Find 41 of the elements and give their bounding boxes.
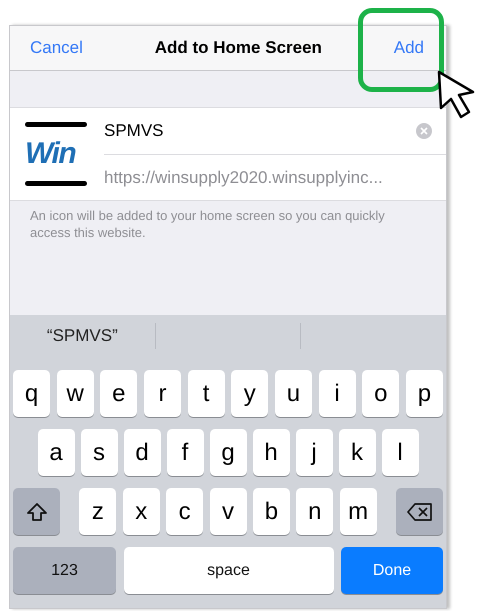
key[interactable]: c xyxy=(166,488,204,535)
key[interactable]: n xyxy=(296,488,334,535)
key[interactable]: i xyxy=(318,370,356,417)
key[interactable]: t xyxy=(188,370,225,417)
key[interactable]: q xyxy=(13,370,50,417)
key[interactable]: v xyxy=(210,488,246,535)
logo-text: Win xyxy=(25,139,76,169)
key[interactable]: h xyxy=(252,429,290,476)
key[interactable]: j xyxy=(296,429,332,476)
key[interactable]: f xyxy=(166,429,204,476)
shift-key[interactable] xyxy=(13,488,60,535)
add-button[interactable]: Add xyxy=(394,35,424,61)
key[interactable]: b xyxy=(252,488,290,535)
key[interactable]: z xyxy=(79,488,116,535)
key[interactable]: p xyxy=(406,370,443,417)
key[interactable]: u xyxy=(274,370,312,417)
key[interactable]: r xyxy=(144,370,181,417)
info-text: An icon will be added to your home screen so you can quickly access this website. xyxy=(30,207,386,241)
name-field[interactable]: SPMVS xyxy=(104,118,164,144)
key[interactable]: l xyxy=(382,429,418,476)
suggestion-item[interactable]: “SPMVS” xyxy=(46,323,118,349)
shift-icon xyxy=(26,502,48,522)
backspace-icon xyxy=(406,502,432,520)
key[interactable]: s xyxy=(80,429,118,476)
key[interactable]: g xyxy=(210,429,246,476)
cancel-button[interactable]: Cancel xyxy=(30,35,83,61)
key[interactable]: x xyxy=(122,488,160,535)
url-text: https://winsupply2020.winsupplyinc... xyxy=(104,166,383,189)
key[interactable]: k xyxy=(338,429,376,476)
key[interactable]: m xyxy=(340,488,377,535)
delete-key[interactable] xyxy=(396,488,443,535)
screen-title: Add to Home Screen xyxy=(154,37,322,60)
key[interactable]: a xyxy=(38,429,74,476)
key[interactable]: e xyxy=(100,370,138,417)
key[interactable]: w xyxy=(56,370,94,417)
key[interactable]: y xyxy=(231,370,268,417)
key[interactable]: o xyxy=(362,370,400,417)
done-key[interactable]: Done xyxy=(341,547,443,594)
numbers-key[interactable]: 123 xyxy=(13,547,116,594)
space-key[interactable]: space xyxy=(124,547,334,594)
key[interactable]: d xyxy=(124,429,160,476)
